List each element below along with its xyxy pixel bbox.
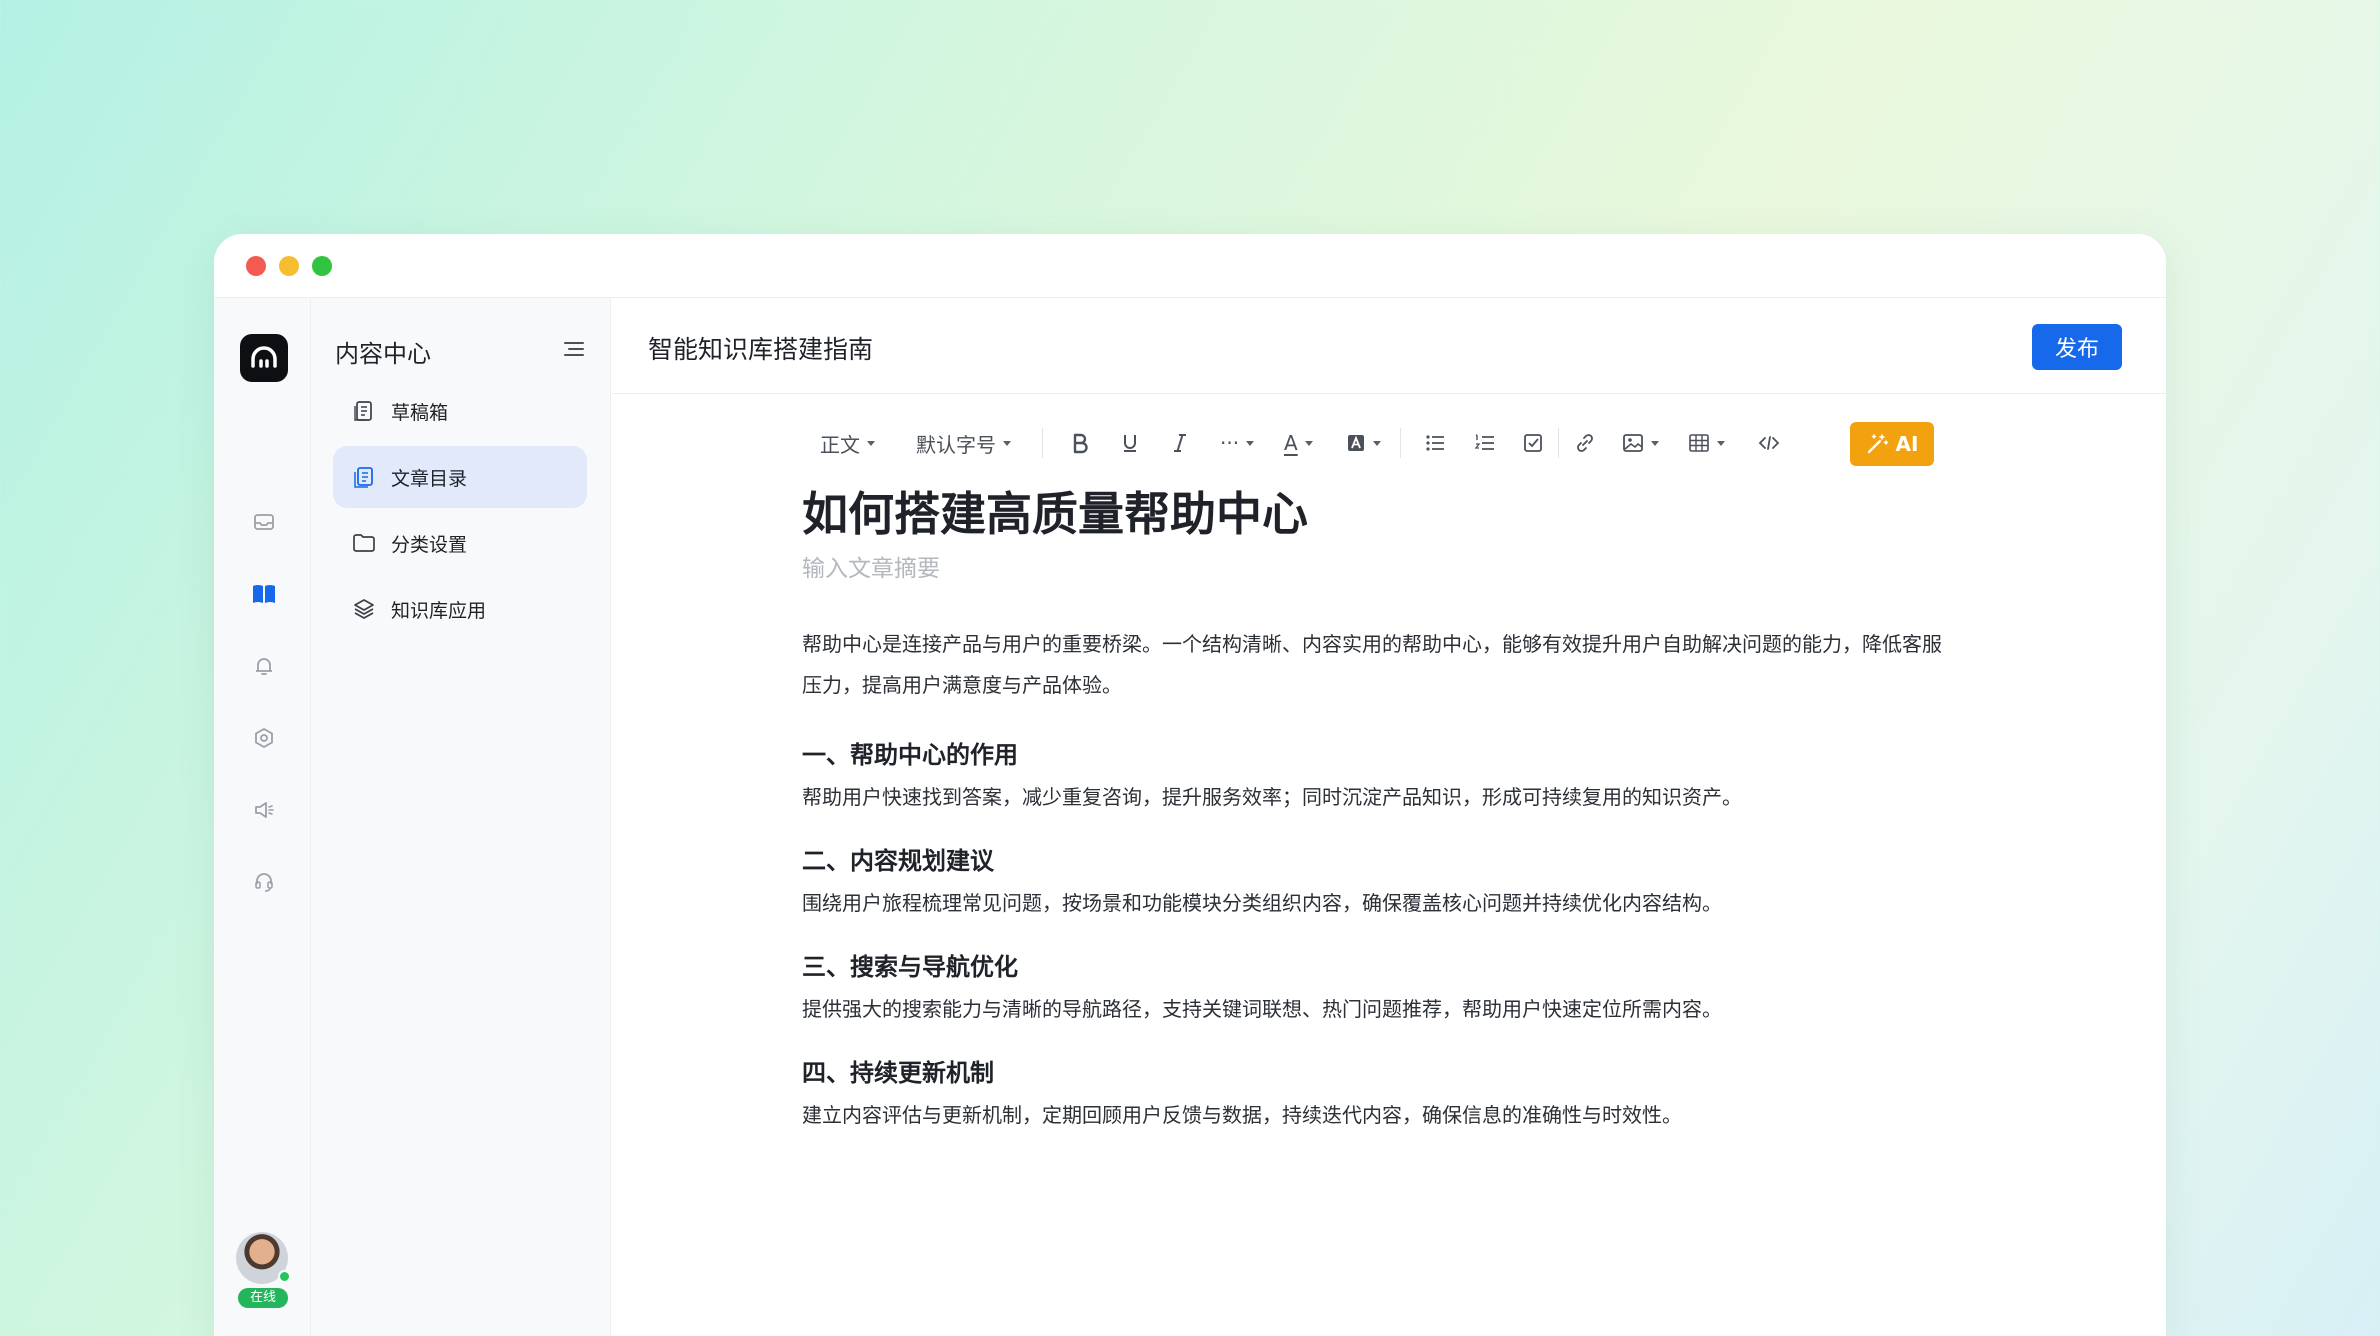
app-window: 在线 内容中心 草稿箱 文章目录 分类设置 知识库应用 智能知识库搭建指南 发布… (214, 234, 2166, 1336)
minimize-window-button[interactable] (279, 256, 299, 276)
toolbar-divider (1558, 428, 1559, 458)
editor-area: 智能知识库搭建指南 发布 正文 默认字号 ··· A AI 如何搭建高质量帮助中… (612, 298, 2166, 1336)
bullet-list-button[interactable] (1424, 422, 1446, 464)
menu-icon (564, 342, 584, 356)
chevron-down-icon (1651, 440, 1659, 446)
app-logo[interactable] (240, 334, 288, 382)
section-heading: 一、帮助中心的作用 (802, 741, 1018, 769)
underline-button[interactable] (1120, 422, 1140, 464)
ai-label: AI (1895, 432, 1919, 456)
online-indicator (278, 1270, 291, 1283)
toolbar-divider (1042, 428, 1043, 458)
bullet-list-icon (1426, 435, 1444, 451)
sidebar-item-categories[interactable]: 分类设置 (333, 512, 587, 574)
paragraph-style-label: 正文 (820, 432, 860, 457)
status-badge: 在线 (238, 1288, 288, 1308)
title-bar (214, 234, 2166, 298)
task-list-button[interactable] (1522, 422, 1544, 464)
section-paragraph: 提供强大的搜索能力与清晰的导航路径，支持关键词联想、热门问题推荐，帮助用户快速定… (802, 997, 1722, 1021)
bold-button[interactable] (1070, 422, 1090, 464)
text-color-button[interactable]: A (1284, 422, 1313, 464)
sidebar-item-label: 文章目录 (391, 467, 468, 490)
code-button[interactable] (1758, 422, 1780, 464)
close-window-button[interactable] (246, 256, 266, 276)
bold-icon (1073, 433, 1088, 454)
drafts-icon (351, 398, 377, 424)
link-icon (1577, 434, 1593, 452)
publish-button[interactable]: 发布 (2032, 324, 2122, 370)
chevron-down-icon (1246, 440, 1255, 446)
chevron-down-icon (867, 440, 875, 446)
table-button[interactable] (1688, 422, 1725, 464)
sidebar-item-label: 分类设置 (391, 533, 468, 556)
numbered-list-button[interactable] (1474, 422, 1496, 464)
text-color-icon: A (1284, 431, 1298, 455)
font-size-select[interactable]: 默认字号 (916, 422, 1011, 464)
inbox-icon[interactable] (246, 504, 282, 540)
chevron-down-icon (1373, 440, 1381, 446)
code-icon (1758, 436, 1780, 450)
sidebar-title: 内容中心 (335, 340, 431, 368)
chevron-down-icon (1717, 440, 1725, 446)
underline-icon (1124, 435, 1136, 452)
section-paragraph: 帮助用户快速找到答案，减少重复咨询，提升服务效率；同时沉淀产品知识，形成可持续复… (802, 785, 1742, 809)
paragraph-style-select[interactable]: 正文 (820, 422, 875, 464)
editor-header: 智能知识库搭建指南 发布 (612, 298, 2166, 394)
chevron-down-icon (1003, 440, 1011, 446)
italic-button[interactable] (1170, 422, 1190, 464)
article-body[interactable]: 如何搭建高质量帮助中心 输入文章摘要 帮助中心是连接产品与用户的重要桥梁。一个结… (802, 484, 1962, 1132)
speaker-icon[interactable] (246, 792, 282, 828)
italic-icon (1174, 434, 1186, 452)
maximize-window-button[interactable] (312, 256, 332, 276)
bell-icon[interactable] (246, 648, 282, 684)
settings-icon[interactable] (246, 720, 282, 756)
catalog-icon (351, 464, 377, 490)
menu-toggle-button[interactable] (559, 334, 589, 364)
section-heading: 二、内容规划建议 (802, 847, 994, 875)
sidebar-item-kb-apps[interactable]: 知识库应用 (333, 578, 587, 640)
document-title[interactable]: 智能知识库搭建指南 (648, 330, 873, 366)
link-button[interactable] (1574, 422, 1596, 464)
table-icon (1689, 434, 1709, 452)
formatting-toolbar: 正文 默认字号 ··· A AI (802, 422, 1934, 466)
article-title[interactable]: 如何搭建高质量帮助中心 (802, 484, 1962, 544)
layers-icon (351, 596, 377, 622)
headset-icon[interactable] (246, 864, 282, 900)
chevron-down-icon (1304, 440, 1313, 446)
section-heading: 四、持续更新机制 (802, 1059, 994, 1087)
intro-paragraph: 帮助中心是连接产品与用户的重要桥梁。一个结构清晰、内容实用的帮助中心，能够有效提… (802, 632, 1942, 697)
section-heading: 三、搜索与导航优化 (802, 953, 1018, 981)
sidebar-item-label: 草稿箱 (391, 401, 449, 424)
highlight-color-button[interactable] (1346, 422, 1381, 464)
sidebar-item-label: 知识库应用 (391, 599, 487, 622)
section-paragraph: 建立内容评估与更新机制，定期回顾用户反馈与数据，持续迭代内容，确保信息的准确性与… (802, 1103, 1682, 1127)
sidebar-item-catalog[interactable]: 文章目录 (333, 446, 587, 508)
section-paragraph: 围绕用户旅程梳理常见问题，按场景和功能模块分类组织内容，确保覆盖核心问题并持续优… (802, 891, 1722, 915)
ai-assistant-button[interactable]: AI (1850, 422, 1934, 466)
more-formats-button[interactable]: ··· (1220, 422, 1255, 464)
highlight-icon (1348, 435, 1364, 451)
logo-icon (251, 346, 277, 368)
image-icon (1623, 434, 1643, 452)
numbered-list-icon (1474, 434, 1494, 450)
magic-wand-icon (1867, 434, 1888, 454)
sidebar: 内容中心 草稿箱 文章目录 分类设置 知识库应用 (311, 298, 611, 1336)
sidebar-item-drafts[interactable]: 草稿箱 (333, 380, 587, 442)
book-icon[interactable] (246, 576, 282, 612)
icon-rail: 在线 (214, 298, 311, 1336)
image-button[interactable] (1622, 422, 1659, 464)
toolbar-divider (1400, 428, 1401, 458)
font-size-label: 默认字号 (916, 432, 996, 457)
summary-input[interactable]: 输入文章摘要 (802, 552, 1962, 586)
more-icon: ··· (1220, 431, 1240, 455)
folder-icon (351, 530, 377, 556)
checkbox-icon (1524, 434, 1542, 452)
